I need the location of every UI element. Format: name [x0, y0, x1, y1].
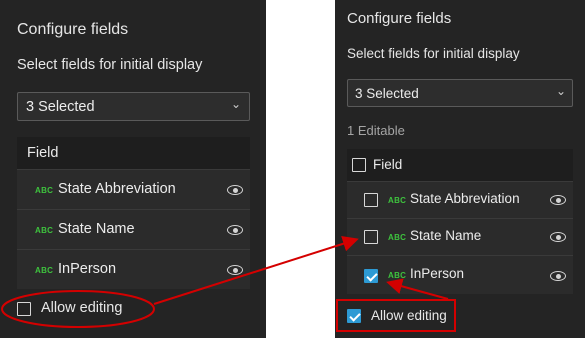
- fields-table: Field ABC State Abbreviation ABC State N…: [17, 137, 250, 289]
- table-row[interactable]: ABC State Abbreviation: [347, 181, 573, 219]
- string-type-icon: ABC: [35, 186, 54, 195]
- field-name: InPerson: [410, 266, 465, 281]
- field-column-header: Field: [27, 145, 59, 161]
- field-name: State Name: [58, 221, 135, 237]
- eye-icon[interactable]: [227, 225, 243, 235]
- allow-editing-checkbox[interactable]: [347, 309, 361, 323]
- table-header: Field: [17, 137, 250, 169]
- field-column-header: Field: [373, 157, 403, 172]
- row-editable-checkbox[interactable]: [364, 230, 378, 244]
- allow-editing-label: Allow editing: [41, 300, 123, 316]
- fields-select-dropdown[interactable]: 3 Selected ⌄: [17, 92, 250, 121]
- table-row[interactable]: ABC State Abbreviation: [17, 169, 250, 210]
- string-type-icon: ABC: [388, 233, 407, 242]
- panel-title: Configure fields: [347, 10, 452, 27]
- eye-icon[interactable]: [227, 265, 243, 275]
- table-row[interactable]: ABC InPerson: [347, 255, 573, 295]
- string-type-icon: ABC: [35, 226, 54, 235]
- select-value: 3 Selected: [26, 99, 95, 115]
- eye-icon[interactable]: [550, 232, 566, 242]
- eye-icon[interactable]: [550, 195, 566, 205]
- string-type-icon: ABC: [388, 196, 407, 205]
- left-configure-panel: Configure fields Select fields for initi…: [0, 0, 266, 338]
- table-row[interactable]: ABC State Name: [17, 209, 250, 250]
- field-name: State Name: [410, 228, 482, 243]
- chevron-down-icon[interactable]: ⌄: [231, 97, 241, 111]
- row-editable-checkbox[interactable]: [364, 269, 378, 283]
- panel-subtitle: Select fields for initial display: [347, 46, 520, 61]
- chevron-down-icon[interactable]: ⌄: [556, 84, 566, 98]
- fields-select-dropdown[interactable]: 3 Selected ⌄: [347, 79, 573, 107]
- string-type-icon: ABC: [35, 266, 54, 275]
- right-configure-panel: Configure fields Select fields for initi…: [335, 0, 585, 338]
- select-value: 3 Selected: [355, 86, 419, 101]
- panel-title: Configure fields: [17, 21, 129, 38]
- string-type-icon: ABC: [388, 271, 407, 280]
- field-name: State Abbreviation: [410, 191, 520, 206]
- eye-icon[interactable]: [550, 271, 566, 281]
- panel-subtitle: Select fields for initial display: [17, 57, 203, 73]
- allow-editing-checkbox[interactable]: [17, 302, 31, 316]
- select-all-editable-checkbox[interactable]: [352, 158, 366, 172]
- editable-count: 1 Editable: [347, 123, 405, 138]
- fields-table: Field ABC State Abbreviation ABC State N…: [347, 149, 573, 294]
- field-name: State Abbreviation: [58, 181, 176, 197]
- eye-icon[interactable]: [227, 185, 243, 195]
- table-row[interactable]: ABC State Name: [347, 218, 573, 256]
- field-name: InPerson: [58, 261, 117, 277]
- table-row[interactable]: ABC InPerson: [17, 249, 250, 290]
- table-header: Field: [347, 149, 573, 181]
- row-editable-checkbox[interactable]: [364, 193, 378, 207]
- allow-editing-label: Allow editing: [371, 308, 447, 323]
